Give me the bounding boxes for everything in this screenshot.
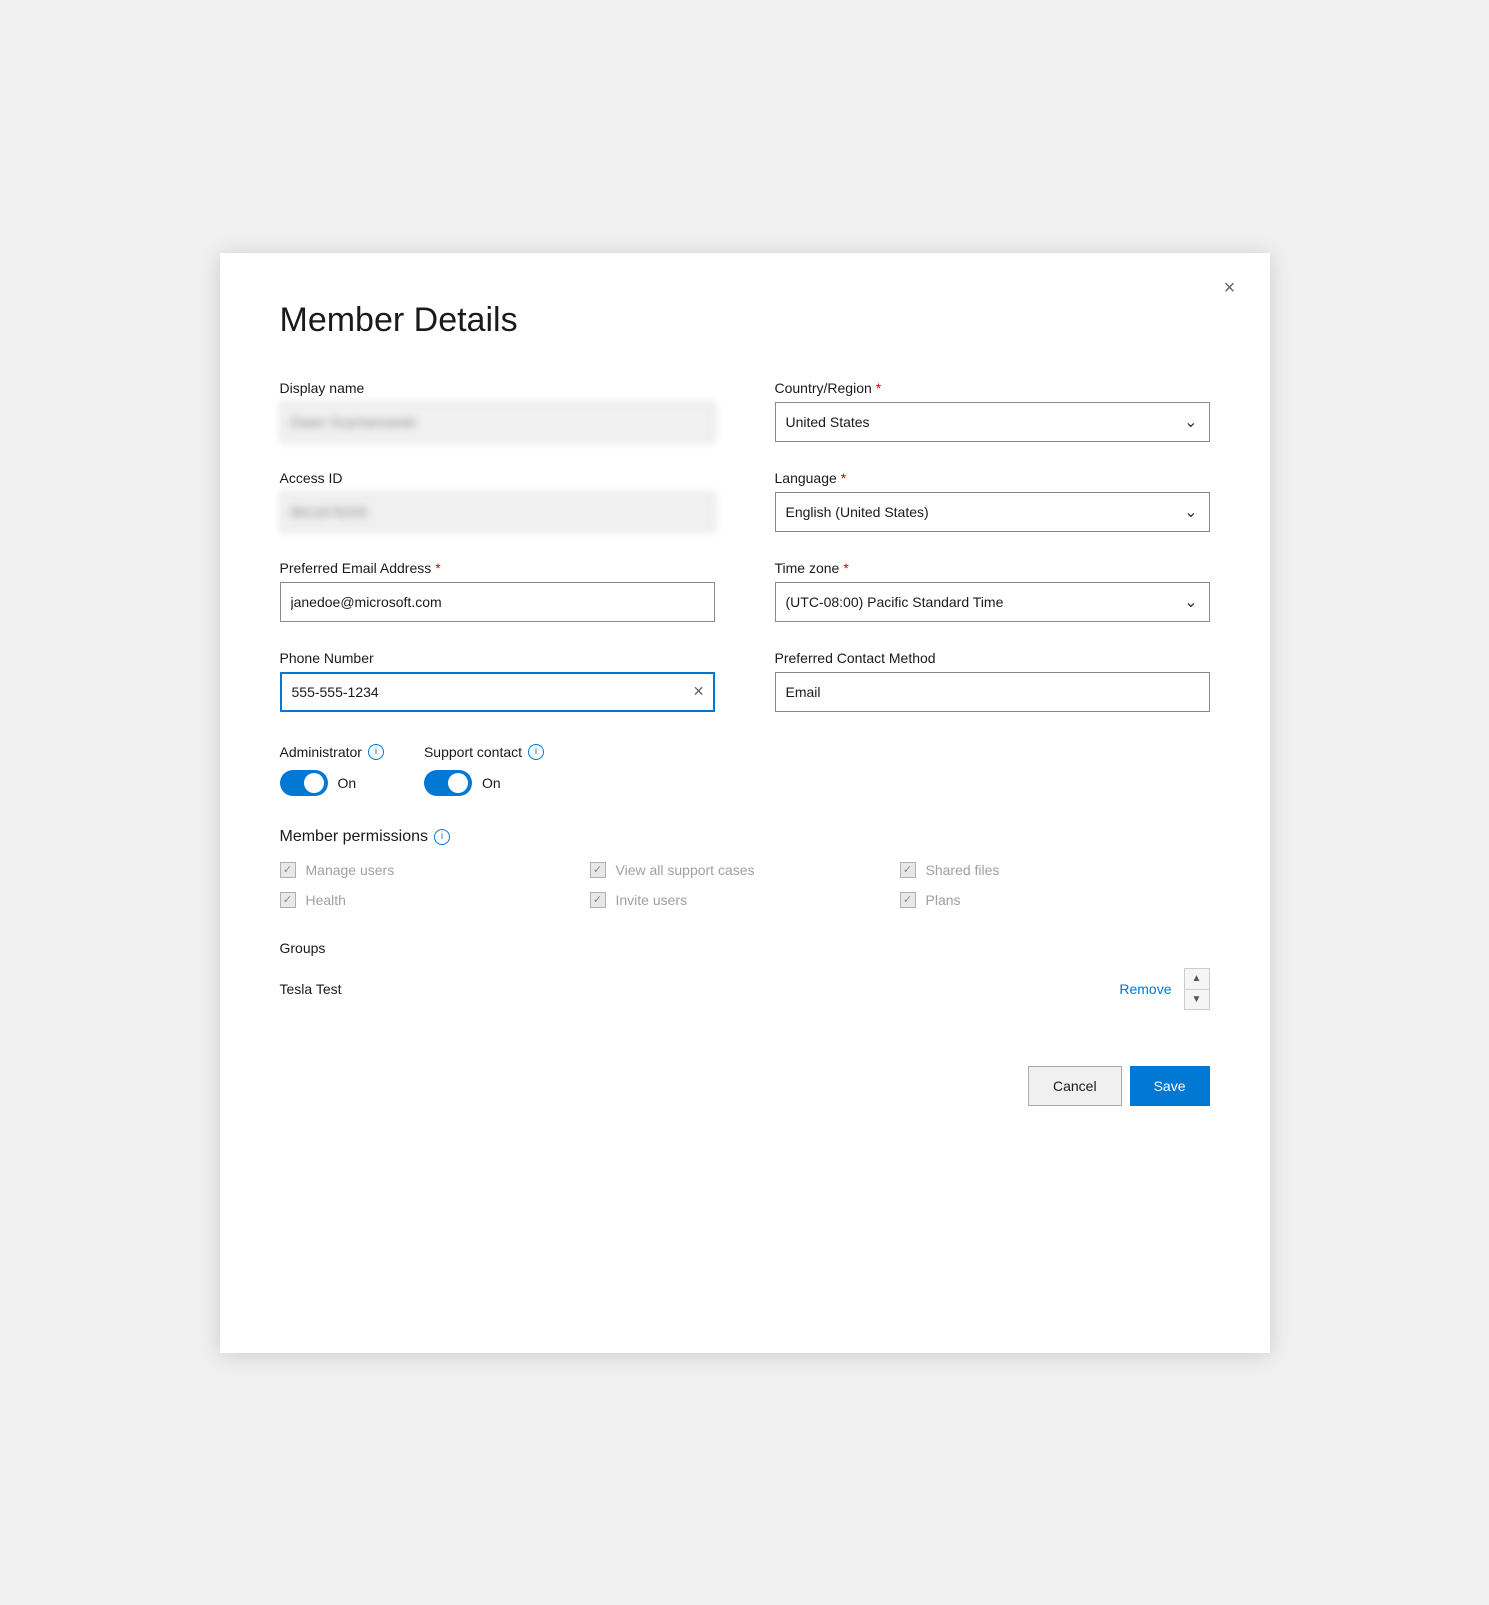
support-contact-toggle[interactable] (424, 770, 472, 796)
footer-buttons: Cancel Save (280, 1050, 1210, 1106)
display-name-input[interactable] (280, 402, 715, 442)
required-indicator: * (435, 560, 440, 576)
permission-manage-users: ✓ Manage users (280, 862, 590, 878)
required-indicator: * (876, 380, 881, 396)
member-details-dialog: × Member Details Display name Country/Re… (220, 253, 1270, 1353)
view-support-cases-label: View all support cases (616, 862, 755, 878)
permissions-title: Member permissions (280, 828, 428, 846)
sort-up-button[interactable]: ▲ (1185, 969, 1209, 989)
checkmark-icon: ✓ (593, 863, 602, 876)
clear-phone-button[interactable]: ✕ (693, 683, 705, 700)
checkmark-icon: ✓ (903, 863, 912, 876)
access-id-input[interactable] (280, 492, 715, 532)
country-region-label: Country/Region * (775, 380, 1210, 396)
administrator-toggle-group: Administrator i On (280, 744, 384, 796)
manage-users-label: Manage users (306, 862, 395, 878)
checkmark-icon: ✓ (283, 863, 292, 876)
permission-view-support-cases: ✓ View all support cases (590, 862, 900, 878)
shared-files-checkbox[interactable]: ✓ (900, 862, 916, 878)
administrator-toggle-switch-row: On (280, 770, 384, 796)
cancel-button[interactable]: Cancel (1028, 1066, 1122, 1106)
group-row: Tesla Test Remove ▲ ▼ (280, 968, 1210, 1010)
form-grid: Display name Country/Region * United Sta… (280, 380, 1210, 712)
remove-group-button[interactable]: Remove (1119, 981, 1171, 997)
preferred-contact-input[interactable] (775, 672, 1210, 712)
sort-down-button[interactable]: ▼ (1185, 989, 1209, 1009)
preferred-contact-field: Preferred Contact Method (775, 650, 1210, 712)
toggles-row: Administrator i On Support contact i (280, 744, 1210, 796)
access-id-field: Access ID (280, 470, 715, 532)
manage-users-checkbox[interactable]: ✓ (280, 862, 296, 878)
phone-number-label: Phone Number (280, 650, 715, 666)
administrator-toggle[interactable] (280, 770, 328, 796)
dialog-title: Member Details (280, 301, 1210, 340)
group-name: Tesla Test (280, 981, 1108, 997)
plans-checkbox[interactable]: ✓ (900, 892, 916, 908)
permission-health: ✓ Health (280, 892, 590, 908)
language-select-wrapper: English (United States) Spanish French ⌄ (775, 492, 1210, 532)
required-indicator: * (841, 470, 846, 486)
support-contact-toggle-group: Support contact i On (424, 744, 544, 796)
preferred-email-field: Preferred Email Address * (280, 560, 715, 622)
permission-plans: ✓ Plans (900, 892, 1210, 908)
country-region-select[interactable]: United States Canada United Kingdom (775, 402, 1210, 442)
permissions-header: Member permissions i (280, 828, 1210, 846)
administrator-label-row: Administrator i (280, 744, 384, 760)
permission-invite-users: ✓ Invite users (590, 892, 900, 908)
required-indicator: * (843, 560, 848, 576)
invite-users-checkbox[interactable]: ✓ (590, 892, 606, 908)
checkmark-icon: ✓ (903, 893, 912, 906)
time-zone-label: Time zone * (775, 560, 1210, 576)
permissions-info-icon[interactable]: i (434, 829, 450, 845)
phone-number-field: Phone Number ✕ (280, 650, 715, 712)
support-contact-toggle-switch-row: On (424, 770, 544, 796)
groups-section: Groups Tesla Test Remove ▲ ▼ (280, 940, 1210, 1010)
preferred-email-label: Preferred Email Address * (280, 560, 715, 576)
checkmark-icon: ✓ (593, 893, 602, 906)
display-name-field: Display name (280, 380, 715, 442)
administrator-info-icon[interactable]: i (368, 744, 384, 760)
access-id-label: Access ID (280, 470, 715, 486)
support-contact-info-icon[interactable]: i (528, 744, 544, 760)
preferred-contact-label: Preferred Contact Method (775, 650, 1210, 666)
language-field: Language * English (United States) Spani… (775, 470, 1210, 532)
language-label: Language * (775, 470, 1210, 486)
shared-files-label: Shared files (926, 862, 1000, 878)
administrator-state-label: On (338, 775, 357, 791)
groups-title: Groups (280, 940, 1210, 956)
permission-shared-files: ✓ Shared files (900, 862, 1210, 878)
save-button[interactable]: Save (1130, 1066, 1210, 1106)
view-support-cases-checkbox[interactable]: ✓ (590, 862, 606, 878)
plans-label: Plans (926, 892, 961, 908)
time-zone-select-wrapper: (UTC-08:00) Pacific Standard Time (UTC-0… (775, 582, 1210, 622)
support-contact-label: Support contact (424, 744, 522, 760)
checkmark-icon: ✓ (283, 893, 292, 906)
sort-buttons: ▲ ▼ (1184, 968, 1210, 1010)
display-name-label: Display name (280, 380, 715, 396)
phone-number-input-wrapper: ✕ (280, 672, 715, 712)
invite-users-label: Invite users (616, 892, 688, 908)
phone-number-input[interactable] (280, 672, 715, 712)
administrator-label: Administrator (280, 744, 362, 760)
language-select[interactable]: English (United States) Spanish French (775, 492, 1210, 532)
preferred-email-input[interactable] (280, 582, 715, 622)
country-region-field: Country/Region * United States Canada Un… (775, 380, 1210, 442)
permissions-section: Member permissions i ✓ Manage users ✓ Vi… (280, 828, 1210, 908)
support-contact-state-label: On (482, 775, 501, 791)
time-zone-select[interactable]: (UTC-08:00) Pacific Standard Time (UTC-0… (775, 582, 1210, 622)
permissions-grid: ✓ Manage users ✓ View all support cases … (280, 862, 1210, 908)
health-checkbox[interactable]: ✓ (280, 892, 296, 908)
country-region-select-wrapper: United States Canada United Kingdom ⌄ (775, 402, 1210, 442)
support-contact-label-row: Support contact i (424, 744, 544, 760)
health-label: Health (306, 892, 346, 908)
close-button[interactable]: × (1214, 273, 1246, 305)
time-zone-field: Time zone * (UTC-08:00) Pacific Standard… (775, 560, 1210, 622)
